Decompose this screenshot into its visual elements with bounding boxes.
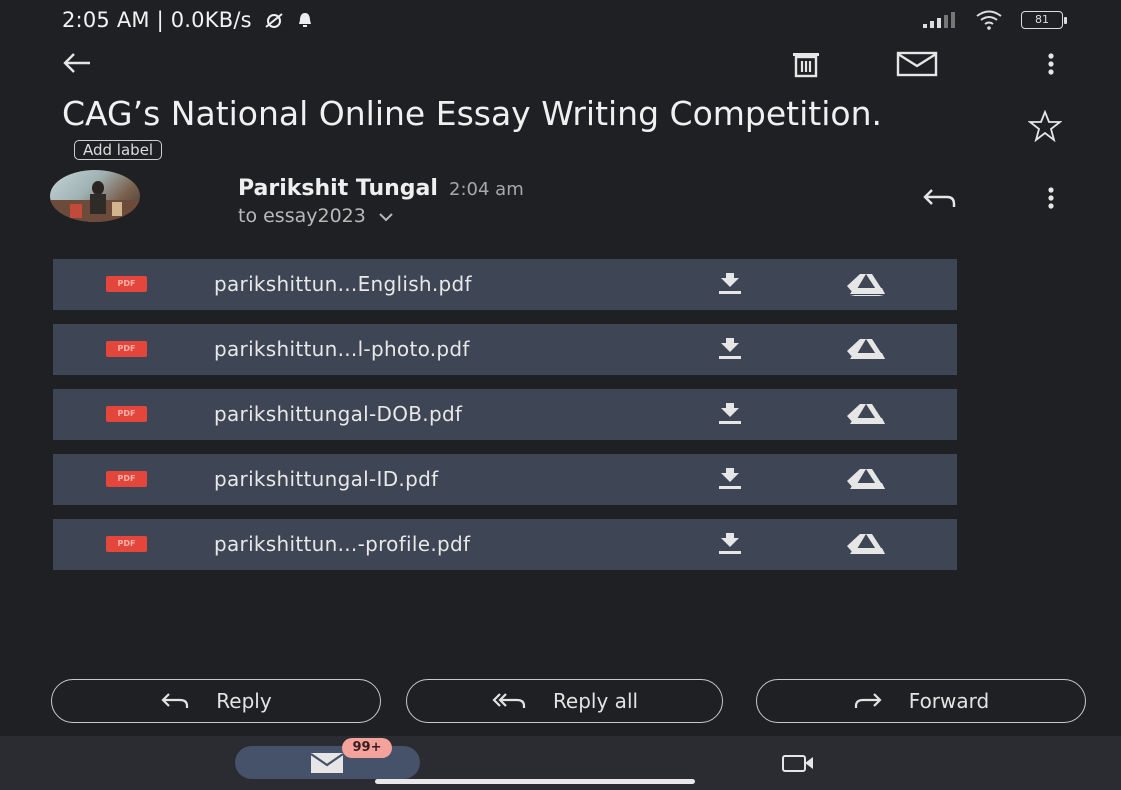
mail-icon	[310, 753, 344, 773]
notification-bell-icon	[298, 13, 311, 27]
attachment-item[interactable]: PDF parikshittun...-profile.pdf	[53, 519, 957, 570]
video-icon	[782, 755, 813, 772]
reply-all-icon	[492, 693, 526, 708]
save-to-drive-button[interactable]	[846, 468, 886, 496]
subject-text: CAG’s National Online Essay Writing Comp…	[62, 94, 882, 133]
download-icon	[719, 273, 741, 294]
more-options-button[interactable]	[1040, 48, 1062, 80]
avatar-photo	[50, 181, 140, 222]
attachments-list: PDF parikshittun...English.pdf PDF parik…	[53, 259, 957, 584]
download-icon	[719, 403, 741, 424]
nav-mail-tab[interactable]	[235, 746, 420, 779]
download-button[interactable]	[717, 533, 743, 561]
email-time: 2:04 am	[449, 179, 524, 200]
envelope-icon	[896, 51, 938, 77]
forward-label: Forward	[908, 689, 990, 713]
sender-info: Parikshit Tungal 2:04 am to essay2023	[238, 176, 524, 227]
download-button[interactable]	[717, 403, 743, 431]
pdf-icon: PDF	[106, 341, 147, 357]
reply-icon	[161, 693, 189, 708]
status-time-speed: 2:05 AM | 0.0KB/s	[62, 8, 314, 32]
chevron-down-icon	[379, 213, 393, 222]
download-button[interactable]	[717, 338, 743, 366]
battery-icon: 81	[1021, 11, 1067, 29]
email-subject: CAG’s National Online Essay Writing Comp…	[62, 95, 922, 171]
attachment-name: parikshittun...l-photo.pdf	[214, 337, 470, 361]
attachment-name: parikshittungal-DOB.pdf	[214, 402, 463, 426]
save-to-drive-button[interactable]	[846, 533, 886, 561]
recipient-details[interactable]: to essay2023	[238, 205, 524, 227]
battery-level: 81	[1035, 13, 1049, 26]
home-indicator[interactable]	[375, 779, 695, 784]
more-vert-icon	[1048, 53, 1054, 75]
attachment-item[interactable]: PDF parikshittun...English.pdf	[53, 259, 957, 310]
attachment-name: parikshittun...-profile.pdf	[214, 532, 471, 556]
wifi-icon	[976, 10, 1002, 30]
drive-icon	[847, 404, 885, 424]
forward-icon	[854, 693, 882, 708]
attachment-item[interactable]: PDF parikshittungal-ID.pdf	[53, 454, 957, 505]
drive-icon	[847, 274, 885, 296]
status-icons: 81	[923, 10, 1067, 30]
recipient-text: to essay2023	[238, 205, 366, 227]
reply-all-button[interactable]: Reply all	[406, 679, 723, 723]
back-arrow-icon	[63, 53, 90, 73]
download-icon	[719, 468, 741, 489]
pdf-icon: PDF	[106, 536, 147, 552]
star-button[interactable]	[1028, 110, 1062, 142]
back-button[interactable]	[60, 46, 94, 80]
more-vert-icon	[1048, 187, 1054, 209]
download-button[interactable]	[717, 468, 743, 496]
trash-icon	[793, 53, 819, 78]
pdf-icon: PDF	[106, 276, 147, 292]
attachment-name: parikshittun...English.pdf	[214, 272, 472, 296]
drive-icon	[847, 534, 885, 554]
star-icon	[1028, 110, 1062, 142]
reply-icon	[923, 189, 956, 207]
alarm-off-icon	[264, 13, 283, 28]
message-more-button[interactable]	[1040, 183, 1062, 213]
save-to-drive-button[interactable]	[846, 403, 886, 431]
save-to-drive-button[interactable]	[846, 338, 886, 366]
pdf-icon: PDF	[106, 406, 147, 422]
download-icon	[719, 533, 741, 554]
pdf-icon: PDF	[106, 471, 147, 487]
save-to-drive-button[interactable]	[846, 273, 886, 301]
mark-unread-button[interactable]	[894, 48, 940, 80]
message-actions: Reply Reply all Forward	[51, 679, 1086, 723]
download-icon	[719, 338, 741, 359]
nav-meet-tab[interactable]	[778, 750, 818, 776]
sender-avatar[interactable]	[50, 170, 140, 222]
download-button[interactable]	[717, 273, 743, 301]
delete-button[interactable]	[786, 46, 826, 82]
forward-button[interactable]: Forward	[756, 679, 1086, 723]
reply-button-header[interactable]	[920, 184, 960, 212]
reply-all-label: Reply all	[552, 689, 639, 713]
reply-label: Reply	[216, 689, 272, 713]
drive-icon	[847, 339, 885, 359]
add-label-chip[interactable]: Add label	[74, 139, 163, 160]
top-toolbar	[0, 40, 1121, 90]
status-bar: 2:05 AM | 0.0KB/s 81	[0, 0, 1121, 38]
sender-name[interactable]: Parikshit Tungal	[238, 176, 438, 201]
attachment-item[interactable]: PDF parikshittungal-DOB.pdf	[53, 389, 957, 440]
unread-count-badge: 99+	[342, 738, 392, 758]
signal-icon	[923, 12, 955, 28]
attachment-item[interactable]: PDF parikshittun...l-photo.pdf	[53, 324, 957, 375]
drive-icon	[847, 469, 885, 489]
attachment-name: parikshittungal-ID.pdf	[214, 467, 439, 491]
reply-button[interactable]: Reply	[51, 679, 381, 723]
